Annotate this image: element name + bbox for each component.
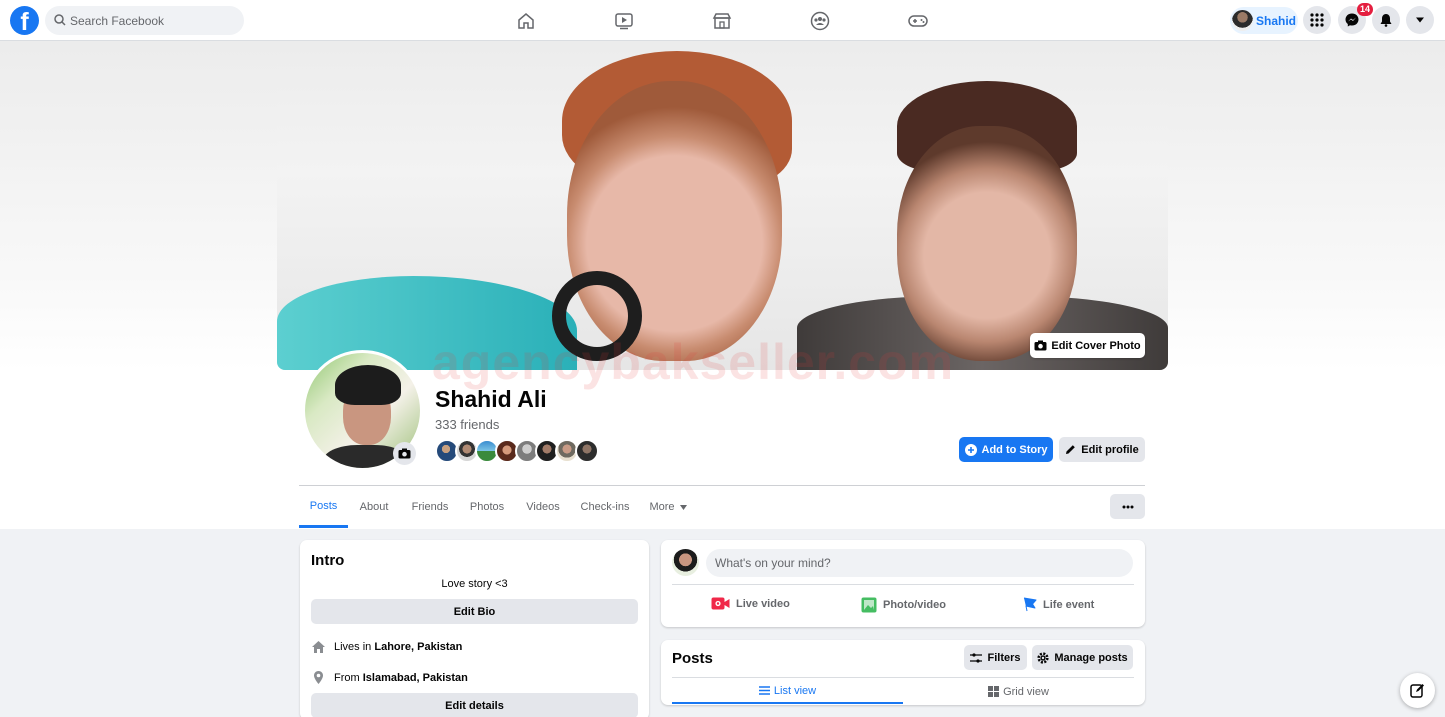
tab-more[interactable]: More xyxy=(644,486,692,528)
edit-cover-photo-button[interactable]: Edit Cover Photo xyxy=(1030,333,1145,358)
caret-down-icon xyxy=(679,504,687,510)
caret-down-icon xyxy=(1416,17,1424,23)
tab-videos[interactable]: Videos xyxy=(519,486,567,528)
watch-icon[interactable] xyxy=(611,8,637,34)
whats-on-your-mind-input[interactable]: What's on your mind? xyxy=(706,549,1133,577)
search-input[interactable] xyxy=(70,6,235,35)
edit-profile-button[interactable]: Edit profile xyxy=(1059,437,1145,462)
tab-friends[interactable]: Friends xyxy=(404,486,456,528)
life-event-button[interactable]: Life event xyxy=(1023,597,1094,612)
plus-circle-icon xyxy=(964,443,977,456)
camera-icon xyxy=(398,448,411,459)
bell-icon xyxy=(1380,14,1392,27)
list-icon xyxy=(758,686,770,695)
avatar[interactable] xyxy=(672,549,699,576)
watermark-text: agencybakseller.com xyxy=(432,334,955,390)
edit-bio-button[interactable]: Edit Bio xyxy=(311,599,638,624)
post-composer: What's on your mind? Live video Photo/vi… xyxy=(661,540,1145,627)
pencil-icon xyxy=(1066,445,1076,454)
profile-name: Shahid Ali xyxy=(435,386,547,412)
intro-title: Intro xyxy=(311,552,345,569)
messenger-icon xyxy=(1345,13,1359,27)
intro-card: Intro Love story <3 Edit Bio Lives in La… xyxy=(300,540,649,717)
bio-text: Love story <3 xyxy=(441,578,508,590)
messenger-badge: 14 xyxy=(1357,3,1374,16)
list-view-tab[interactable]: List view xyxy=(672,679,903,704)
top-navigation-bar: f Shahid 14 xyxy=(0,0,1445,41)
camera-icon xyxy=(1034,340,1047,351)
posts-card: Posts Filters Manage posts List view Gri… xyxy=(661,640,1145,705)
account-menu-button[interactable] xyxy=(1406,6,1434,34)
search-icon xyxy=(54,14,66,26)
new-message-button[interactable] xyxy=(1400,673,1435,708)
cover-blur-right xyxy=(1168,41,1445,371)
grid-view-tab[interactable]: Grid view xyxy=(903,679,1134,704)
photo-icon xyxy=(861,597,877,613)
tab-posts[interactable]: Posts xyxy=(299,486,348,528)
live-video-icon xyxy=(711,597,730,610)
notifications-button[interactable] xyxy=(1372,6,1400,34)
gaming-icon[interactable] xyxy=(905,8,931,34)
lives-in-row: Lives in Lahore, Pakistan xyxy=(311,640,462,654)
tab-about[interactable]: About xyxy=(351,486,397,528)
tab-check-ins[interactable]: Check-ins xyxy=(575,486,635,528)
gear-icon xyxy=(1037,651,1049,664)
cover-photo[interactable] xyxy=(277,41,1168,370)
from-row: From Islamabad, Pakistan xyxy=(311,670,468,685)
profile-chip-name: Shahid xyxy=(1256,14,1297,28)
photo-video-button[interactable]: Photo/video xyxy=(861,597,946,613)
menu-grid-button[interactable] xyxy=(1303,6,1331,34)
marketplace-icon[interactable] xyxy=(709,8,735,34)
groups-icon[interactable] xyxy=(807,8,833,34)
friend-avatar[interactable] xyxy=(575,439,599,463)
edit-details-button[interactable]: Edit details xyxy=(311,693,638,717)
compose-icon xyxy=(1410,684,1424,698)
live-video-button[interactable]: Live video xyxy=(711,597,790,610)
ellipsis-icon xyxy=(1122,505,1133,508)
posts-title: Posts xyxy=(672,650,713,667)
more-options-button[interactable] xyxy=(1110,494,1145,519)
friends-count[interactable]: 333 friends xyxy=(435,417,499,432)
home-icon[interactable] xyxy=(513,8,539,34)
edit-cover-label: Edit Cover Photo xyxy=(1051,339,1141,352)
add-to-story-button[interactable]: Add to Story xyxy=(959,437,1053,462)
tab-photos[interactable]: Photos xyxy=(463,486,511,528)
search-box[interactable] xyxy=(45,6,244,35)
profile-chip[interactable]: Shahid xyxy=(1230,7,1298,34)
cover-blur-left xyxy=(0,41,277,371)
update-profile-picture-button[interactable] xyxy=(393,442,416,465)
flag-icon xyxy=(1023,597,1037,612)
filters-button[interactable]: Filters xyxy=(964,645,1027,670)
home-icon xyxy=(312,641,325,653)
grid-icon xyxy=(988,686,1000,697)
sliders-icon xyxy=(970,652,983,663)
grid-menu-icon xyxy=(1310,13,1324,27)
facebook-logo[interactable]: f xyxy=(10,6,39,35)
location-pin-icon xyxy=(314,671,323,684)
avatar xyxy=(1232,10,1253,31)
manage-posts-button[interactable]: Manage posts xyxy=(1032,645,1133,670)
